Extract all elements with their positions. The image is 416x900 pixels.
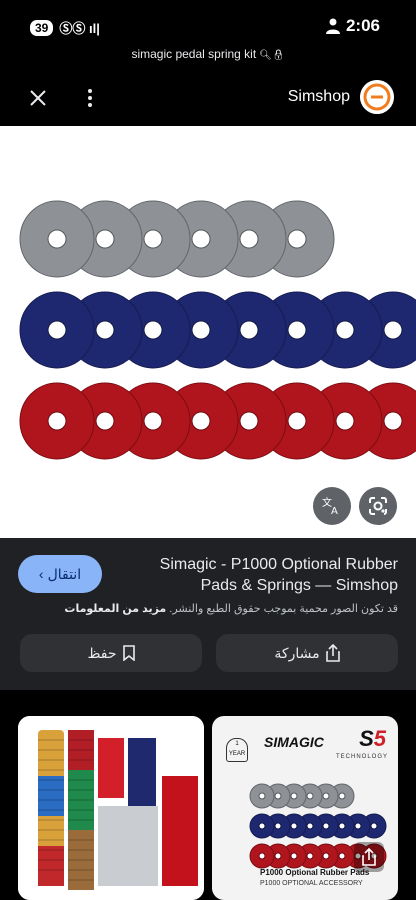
save-button[interactable]: حفظ xyxy=(20,634,202,672)
washer xyxy=(249,783,275,809)
share-label: مشاركة xyxy=(274,644,320,661)
toolbar: Simshop xyxy=(0,68,416,126)
divider xyxy=(0,690,416,700)
share-icon xyxy=(325,644,340,662)
related-thumbnail-springs[interactable] xyxy=(18,716,204,900)
copyright-text: قد تكون الصور محمية بموجب حقوق الطبع وال… xyxy=(169,603,398,615)
status-left: 39 ⓈⓈ ıl| xyxy=(30,18,100,37)
visit-label: انتقال xyxy=(47,565,82,582)
close-icon[interactable] xyxy=(26,86,50,110)
washers-image xyxy=(19,200,416,460)
chevron-left-icon: ‹ xyxy=(38,566,44,582)
search-lock-icon: 🔍︎🔒︎ xyxy=(259,50,285,61)
translate-button[interactable]: 文 A xyxy=(313,487,351,525)
washer xyxy=(19,291,95,369)
springs-image xyxy=(18,716,204,900)
share-icon xyxy=(362,848,376,866)
related-thumbnail-s5[interactable]: 1 YEAR SIMAGIC S5 TECHNOLOGY P1000 Optio… xyxy=(212,716,398,900)
share-button[interactable]: مشاركة xyxy=(216,634,398,672)
url-bar[interactable]: simagic pedal spring kit 🔍︎🔒︎ xyxy=(0,44,416,68)
carrier-indicator: ⓈⓈ ıl| xyxy=(59,21,100,36)
washer xyxy=(249,813,275,839)
translate-icon: 文 A xyxy=(322,496,338,517)
bookmark-icon xyxy=(122,645,135,661)
washer xyxy=(249,843,275,869)
expand-button[interactable] xyxy=(354,842,384,872)
product-subcaption: P1000 OPTIONAL ACCESSORY xyxy=(260,880,363,887)
related-images: 1 YEAR SIMAGIC S5 TECHNOLOGY P1000 Optio… xyxy=(0,700,416,900)
visit-button[interactable]: ‹ انتقال xyxy=(18,555,102,593)
clock: 2:06 xyxy=(345,16,380,35)
notification-badge: 39 xyxy=(30,19,54,36)
simshop-logo-icon[interactable] xyxy=(360,80,394,114)
more-vert-icon[interactable] xyxy=(82,86,98,110)
result-info-panel: ‹ انتقال Simagic - P1000 Optional Rubber… xyxy=(0,538,416,690)
product-caption: P1000 Optional Rubber Pads xyxy=(260,868,370,877)
learn-more-link[interactable]: مزيد من المعلومات xyxy=(64,603,166,615)
copyright-notice: قد تكون الصور محمية بموجب حقوق الطبع وال… xyxy=(8,602,398,615)
status-right: 2:06 xyxy=(325,16,380,36)
lens-icon xyxy=(369,497,387,515)
status-bar: 39 ⓈⓈ ıl| 2:06 xyxy=(0,0,416,44)
main-image[interactable]: 文 A xyxy=(0,126,416,538)
url-text: simagic pedal spring kit xyxy=(131,47,257,61)
washer xyxy=(19,200,95,278)
lens-button[interactable] xyxy=(359,487,397,525)
result-title[interactable]: Simagic - P1000 Optional Rubber Pads & S… xyxy=(128,554,398,596)
svg-text:A: A xyxy=(331,506,338,517)
site-name[interactable]: Simshop xyxy=(288,88,350,106)
washer xyxy=(19,382,95,460)
save-label: حفظ xyxy=(87,644,117,661)
person-icon xyxy=(325,18,340,34)
